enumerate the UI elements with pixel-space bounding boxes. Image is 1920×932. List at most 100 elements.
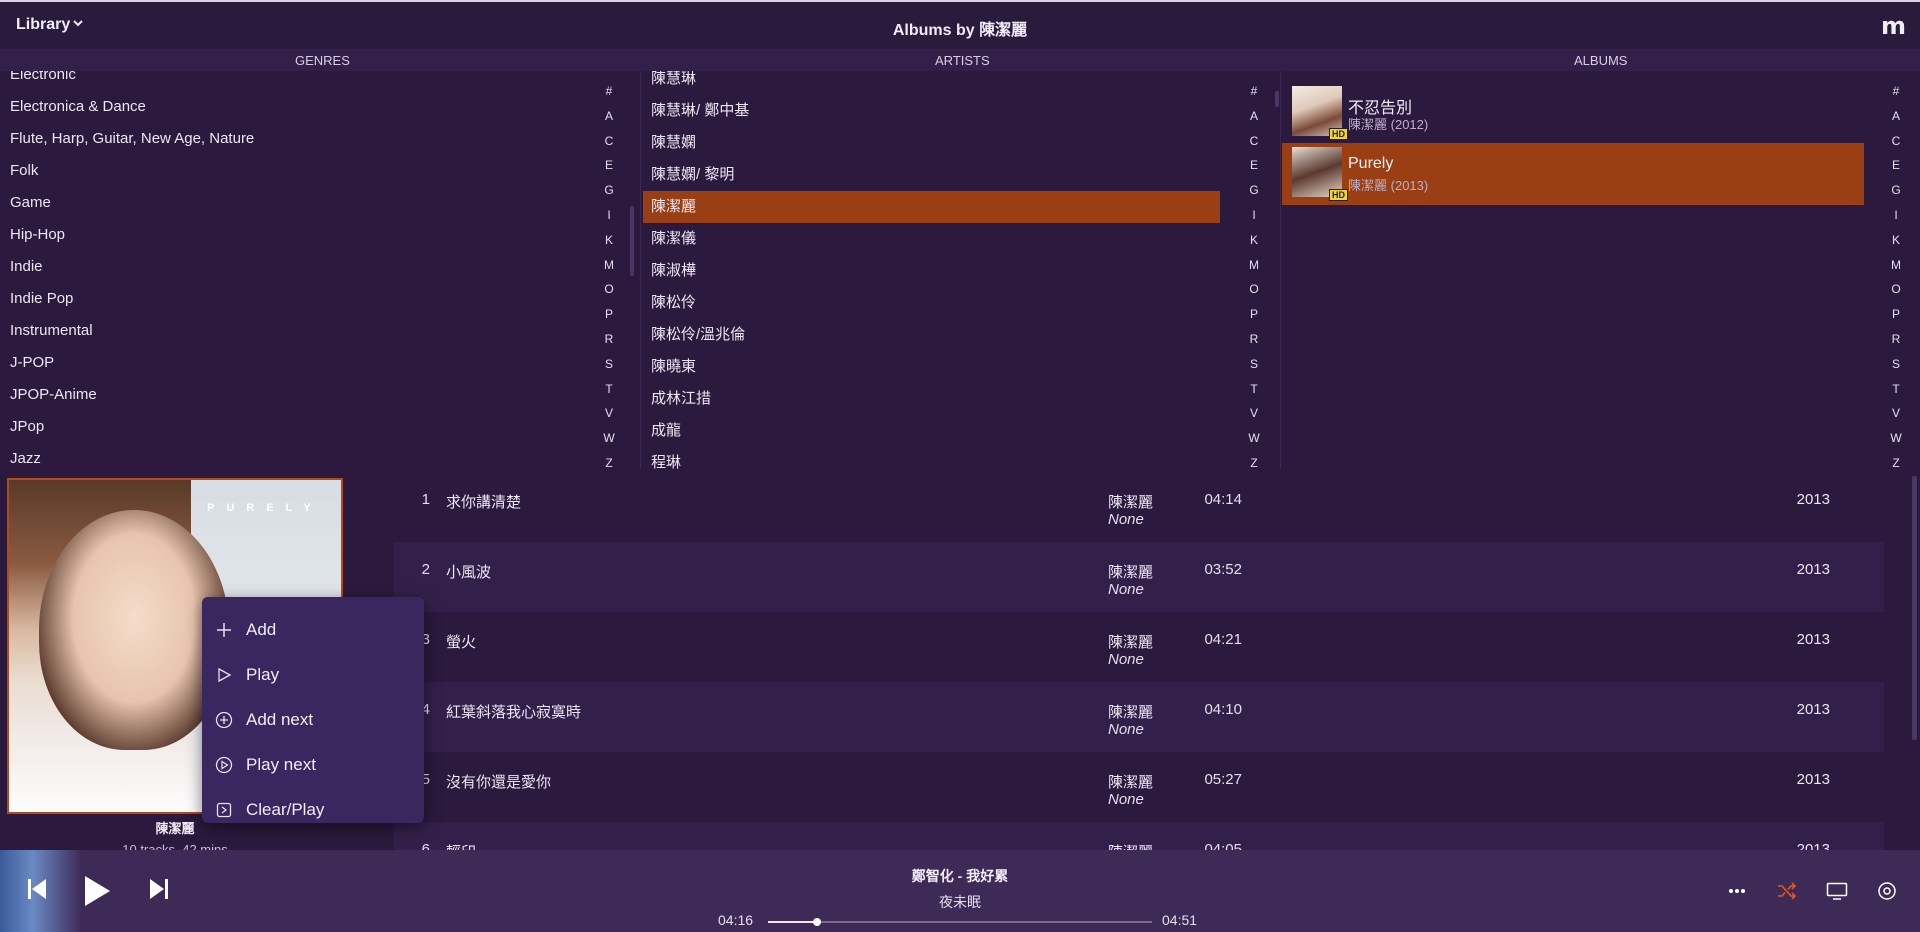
alpha-index-letter[interactable]: M [1888, 253, 1904, 278]
settings-button[interactable] [1872, 876, 1902, 906]
genre-item[interactable]: JPop [0, 411, 596, 443]
alpha-index-letter[interactable]: A [1246, 104, 1262, 129]
alpha-index-letter[interactable]: P [601, 302, 617, 327]
genre-item[interactable]: Indie Pop [0, 283, 596, 315]
ctx-play[interactable]: Play [202, 652, 424, 697]
alpha-index-letter[interactable]: S [601, 352, 617, 377]
alpha-index-letter[interactable]: T [1888, 377, 1904, 402]
alpha-index-letter[interactable]: C [1246, 129, 1262, 154]
alpha-index-letter[interactable]: K [601, 228, 617, 253]
artist-item[interactable]: 陳慧琳/ 鄭中基 [643, 95, 1220, 127]
alpha-index-letter[interactable]: I [1246, 203, 1262, 228]
ctx-clear-play[interactable]: Clear/Play [202, 787, 424, 832]
seek-bar[interactable] [768, 918, 1152, 926]
album-cover: HD [1292, 147, 1348, 201]
genre-item[interactable]: Jazz [0, 443, 596, 469]
seek-handle[interactable] [812, 918, 821, 926]
alpha-index-letter[interactable]: W [1888, 426, 1904, 451]
track-row[interactable]: 4 紅葉斜落我心寂寞時 04:10 陳潔麗 None 2013 [394, 682, 1884, 752]
alpha-index-letter[interactable]: V [1246, 401, 1262, 426]
alpha-index-letter[interactable]: # [601, 79, 617, 104]
alpha-index-letter[interactable]: A [601, 104, 617, 129]
album-item-selected[interactable]: HD Purely 陳潔麗 (2013) [1282, 143, 1864, 205]
alpha-index-letter[interactable]: G [1888, 178, 1904, 203]
alpha-index-letter[interactable]: S [1888, 352, 1904, 377]
top-bar: Library Albums by 陳潔麗 m [0, 0, 1920, 49]
genre-item[interactable]: Folk [0, 155, 596, 187]
alpha-index-letter[interactable]: G [601, 178, 617, 203]
alpha-index-letter[interactable]: T [1246, 377, 1262, 402]
more-dots-icon [1729, 889, 1745, 893]
ctx-add-next[interactable]: Add next [202, 697, 424, 742]
genres-scrollbar[interactable] [630, 206, 634, 276]
genre-item[interactable]: Game [0, 187, 596, 219]
alpha-index-letter[interactable]: E [601, 153, 617, 178]
genre-item[interactable]: Electronic [0, 71, 596, 91]
alpha-index-letter[interactable]: K [1888, 228, 1904, 253]
tracks-scrollbar[interactable] [1912, 476, 1917, 740]
alpha-index-letter[interactable]: Z [1888, 451, 1904, 469]
artist-item[interactable]: 成龍 [643, 415, 1220, 447]
alpha-index-letter[interactable]: K [1246, 228, 1262, 253]
alpha-index-letter[interactable]: # [1246, 79, 1262, 104]
alpha-index-letter[interactable]: A [1888, 104, 1904, 129]
alpha-index-letter[interactable]: V [1888, 401, 1904, 426]
artist-item[interactable]: 陳松伶 [643, 287, 1220, 319]
alpha-index-letter[interactable]: W [1246, 426, 1262, 451]
alpha-index-letter[interactable]: O [1888, 277, 1904, 302]
artist-item-selected[interactable]: 陳潔麗 [643, 191, 1220, 223]
alpha-index-letter[interactable]: C [1888, 129, 1904, 154]
ctx-play-next[interactable]: Play next [202, 742, 424, 787]
alpha-index-letter[interactable]: T [601, 377, 617, 402]
alpha-index-letter[interactable]: Z [1246, 451, 1262, 469]
alpha-index-letter[interactable]: P [1246, 302, 1262, 327]
track-row[interactable]: 6輕印04:05陳潔麗None2013 [394, 822, 1884, 850]
track-row[interactable]: 1 求你講清楚 04:14 陳潔麗 None 2013 [394, 479, 1884, 542]
alpha-index-letter[interactable]: E [1888, 153, 1904, 178]
alpha-index-letter[interactable]: # [1888, 79, 1904, 104]
alpha-index-letter[interactable]: Z [601, 451, 617, 469]
alpha-index-letter[interactable]: C [601, 129, 617, 154]
alpha-index-letter[interactable]: G [1246, 178, 1262, 203]
artist-item[interactable]: 陳曉東 [643, 351, 1220, 383]
alpha-index-letter[interactable]: I [601, 203, 617, 228]
genre-item[interactable]: Hip-Hop [0, 219, 596, 251]
album-item[interactable]: HD 不忍告別 陳潔麗 (2012) [1282, 82, 1864, 144]
alpha-index-letter[interactable]: S [1246, 352, 1262, 377]
genre-item[interactable]: Flute, Harp, Guitar, New Age, Nature [0, 123, 596, 155]
track-row[interactable]: 2 小風波 03:52 陳潔麗 None 2013 [394, 542, 1884, 612]
genre-item[interactable]: JPOP-Anime [0, 379, 596, 411]
alpha-index-letter[interactable]: V [601, 401, 617, 426]
artist-item[interactable]: 陳慧嫻 [643, 127, 1220, 159]
alpha-index-letter[interactable]: E [1246, 153, 1262, 178]
alpha-index-letter[interactable]: W [601, 426, 617, 451]
genre-item[interactable]: Instrumental [0, 315, 596, 347]
artist-item[interactable]: 陳慧嫻/ 黎明 [643, 159, 1220, 191]
artist-item[interactable]: 成林江措 [643, 383, 1220, 415]
artist-item[interactable]: 程琳 [643, 447, 1220, 469]
alpha-index-letter[interactable]: I [1888, 203, 1904, 228]
genre-item[interactable]: Electronica & Dance [0, 91, 596, 123]
artist-item[interactable]: 陳慧琳 [643, 71, 1220, 95]
track-row[interactable]: 3 螢火 04:21 陳潔麗 None 2013 [394, 612, 1884, 682]
shuffle-button[interactable] [1772, 876, 1802, 906]
alpha-index-letter[interactable]: R [1246, 327, 1262, 352]
alpha-index-letter[interactable]: M [1246, 253, 1262, 278]
artist-item[interactable]: 陳淑樺 [643, 255, 1220, 287]
alpha-index-letter[interactable]: P [1888, 302, 1904, 327]
alpha-index-letter[interactable]: O [1246, 277, 1262, 302]
output-device-button[interactable] [1822, 876, 1852, 906]
track-year: 2013 [1796, 631, 1830, 648]
track-row[interactable]: 5 沒有你還是愛你 05:27 陳潔麗 None 2013 [394, 752, 1884, 822]
artists-scrollbar[interactable] [1275, 91, 1279, 107]
artist-item[interactable]: 陳松伶/溫兆倫 [643, 319, 1220, 351]
ctx-add[interactable]: Add [202, 607, 424, 652]
genre-item[interactable]: Indie [0, 251, 596, 283]
alpha-index-letter[interactable]: M [601, 253, 617, 278]
alpha-index-letter[interactable]: O [601, 277, 617, 302]
more-button[interactable] [1722, 876, 1752, 906]
genre-item[interactable]: J-POP [0, 347, 596, 379]
alpha-index-letter[interactable]: R [601, 327, 617, 352]
artist-item[interactable]: 陳潔儀 [643, 223, 1220, 255]
alpha-index-letter[interactable]: R [1888, 327, 1904, 352]
